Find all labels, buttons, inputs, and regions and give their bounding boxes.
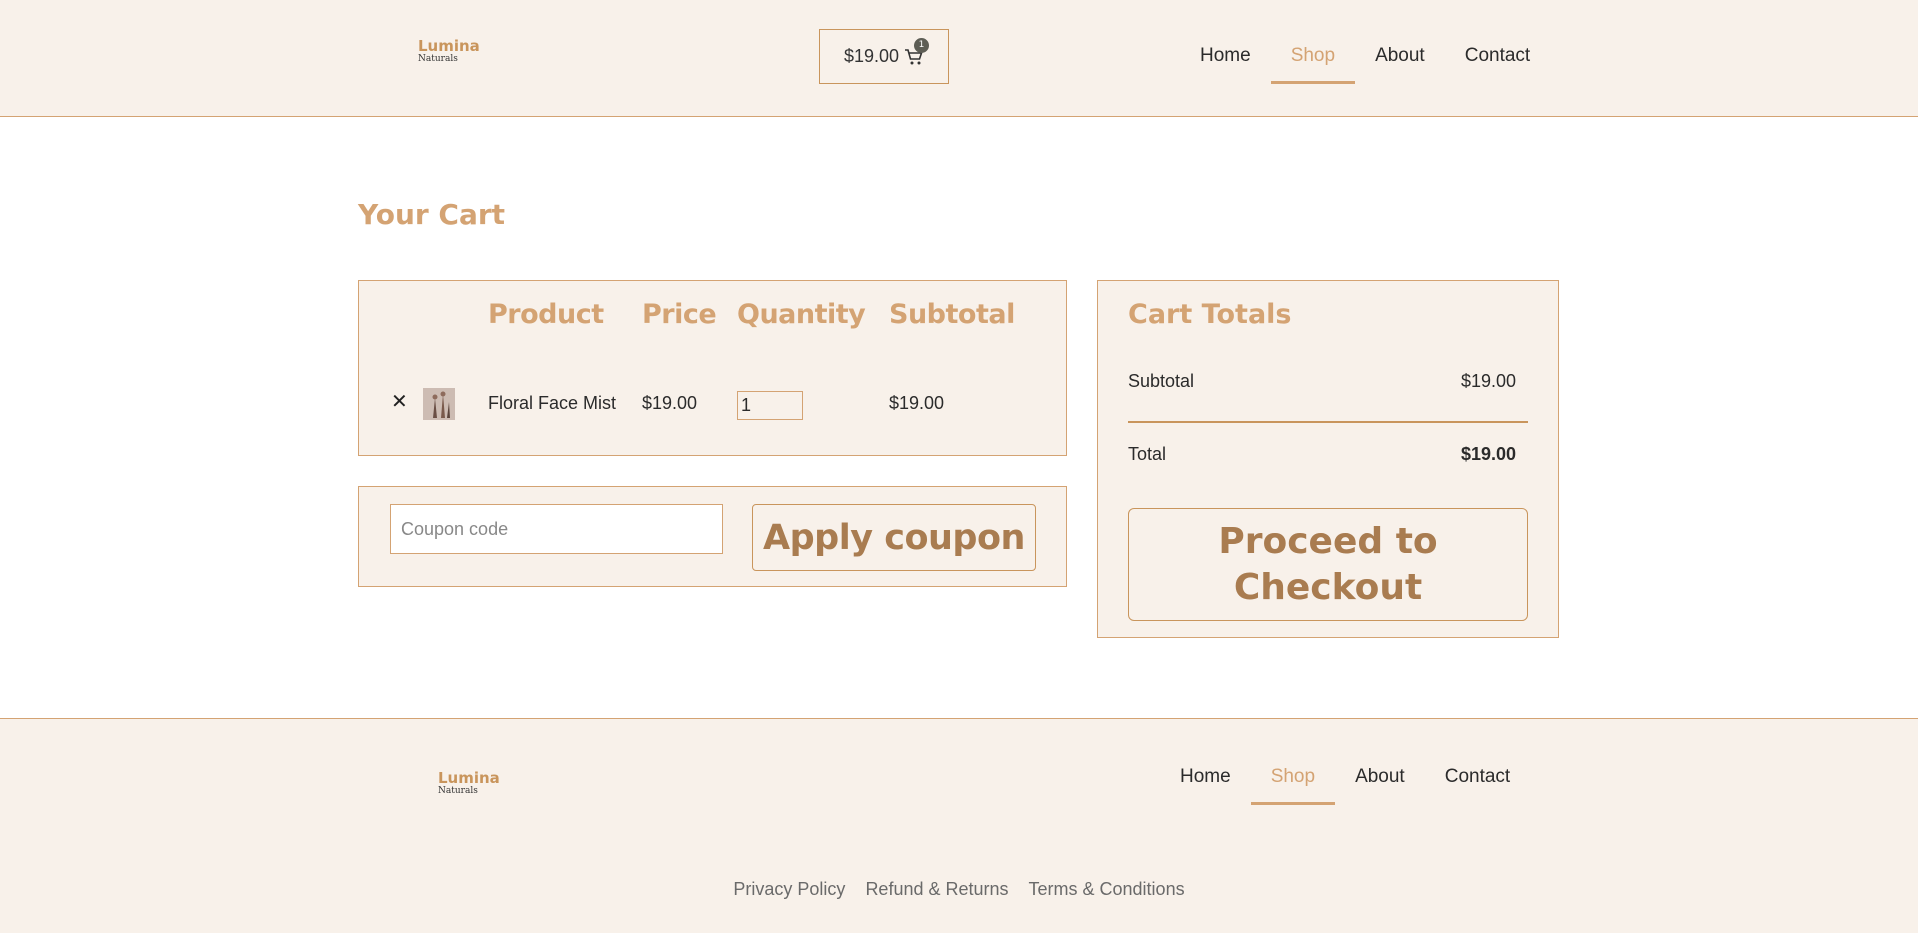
footer-logo-brand: Lumina: [438, 769, 500, 787]
page-title: Your Cart: [358, 198, 506, 231]
privacy-policy-link[interactable]: Privacy Policy: [733, 879, 845, 900]
footer-legal-links: Privacy Policy Refund & Returns Terms & …: [0, 879, 1918, 900]
site-footer: Lumina Naturals Home Shop About Contact …: [0, 718, 1918, 933]
total-row: Total $19.00: [1128, 434, 1528, 474]
product-name-link[interactable]: Floral Face Mist: [488, 393, 616, 414]
terms-conditions-link[interactable]: Terms & Conditions: [1029, 879, 1185, 900]
logo-brand: Lumina: [418, 37, 480, 55]
remove-item-icon[interactable]: ✕: [391, 389, 408, 413]
cart-count-badge: 1: [914, 37, 930, 53]
cart-icon: 1: [904, 37, 930, 66]
footer-logo-tagline: Naturals: [438, 786, 478, 796]
column-header-subtotal: Subtotal: [889, 299, 1015, 330]
subtotal-label: Subtotal: [1128, 371, 1195, 391]
cart-table: Product Price Quantity Subtotal ✕ Floral…: [358, 280, 1067, 456]
site-logo[interactable]: Lumina Naturals: [418, 38, 480, 64]
cart-totals-title: Cart Totals: [1128, 299, 1292, 330]
apply-coupon-button[interactable]: Apply coupon: [752, 504, 1036, 571]
nav-about[interactable]: About: [1355, 28, 1445, 84]
product-subtotal: $19.00: [889, 393, 945, 413]
mini-cart-button[interactable]: $19.00 1: [819, 29, 949, 84]
site-header: Lumina Naturals $19.00 1 Home Shop About…: [0, 0, 1918, 117]
total-label: Total: [1128, 443, 1167, 464]
coupon-code-input[interactable]: [390, 504, 723, 554]
total-value: $19.00: [1460, 443, 1516, 464]
footer-nav-shop[interactable]: Shop: [1250, 749, 1336, 805]
product-thumbnail[interactable]: [423, 388, 455, 420]
column-header-price: Price: [642, 299, 717, 330]
subtotal-value: $19.00: [1460, 371, 1516, 391]
nav-home[interactable]: Home: [1180, 28, 1271, 84]
mini-cart-total: $19.00: [843, 46, 900, 66]
subtotal-row: Subtotal $19.00: [1128, 371, 1528, 423]
header-nav: Home Shop About Contact: [1180, 28, 1550, 84]
nav-contact[interactable]: Contact: [1445, 28, 1550, 84]
proceed-to-checkout-button[interactable]: Proceed to Checkout: [1128, 508, 1528, 621]
footer-nav: Home Shop About Contact: [1160, 749, 1530, 805]
logo-tagline: Naturals: [418, 54, 458, 64]
footer-nav-contact[interactable]: Contact: [1425, 749, 1530, 805]
footer-logo[interactable]: Lumina Naturals: [438, 770, 500, 796]
coupon-section: Apply coupon: [358, 486, 1067, 587]
product-price: $19.00: [642, 393, 698, 413]
footer-nav-home[interactable]: Home: [1160, 749, 1251, 805]
footer-nav-about[interactable]: About: [1335, 749, 1425, 805]
quantity-input[interactable]: [737, 391, 803, 420]
nav-shop[interactable]: Shop: [1270, 28, 1356, 84]
refund-returns-link[interactable]: Refund & Returns: [865, 879, 1008, 900]
column-header-product: Product: [488, 299, 604, 330]
column-header-quantity: Quantity: [737, 299, 866, 330]
cart-totals-panel: Cart Totals Subtotal $19.00 Total $19.00…: [1097, 280, 1559, 638]
